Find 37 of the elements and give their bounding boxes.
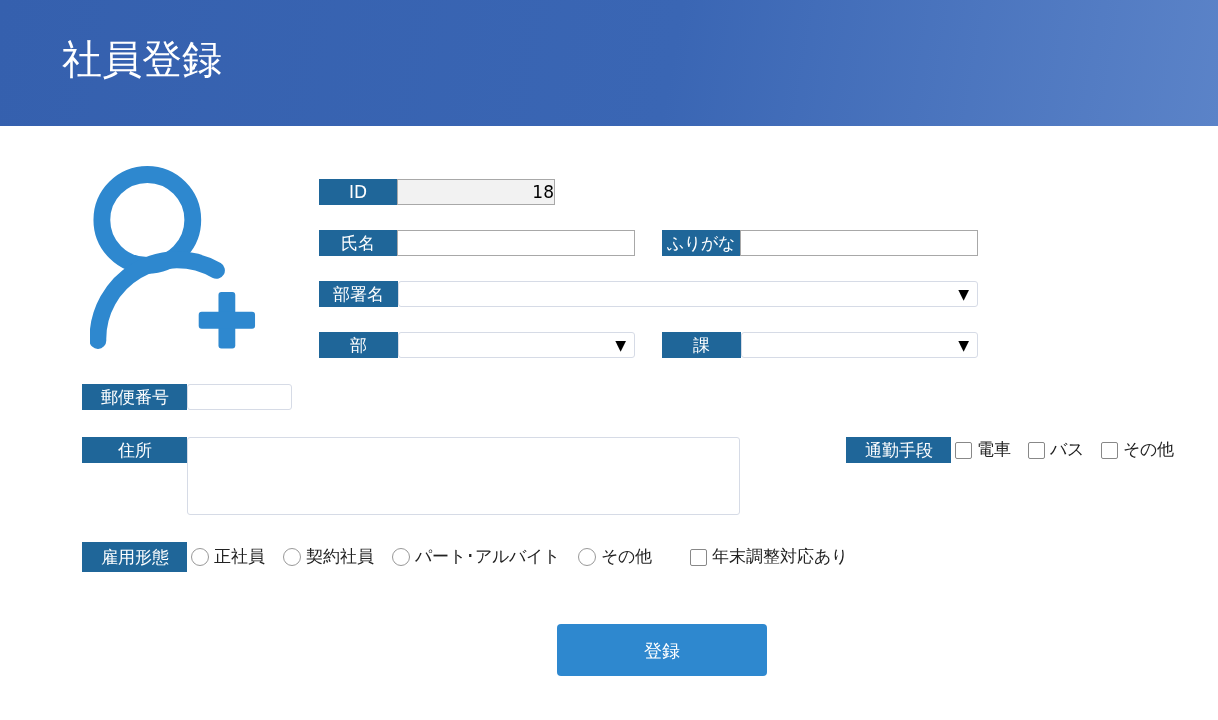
id-field[interactable]: 18 xyxy=(397,179,555,205)
dropdown[interactable]: ▼ xyxy=(398,281,978,307)
checkbox[interactable] xyxy=(1028,441,1045,459)
radio-label: パート･アルバイト xyxy=(415,545,560,569)
dropdown[interactable]: ▼ xyxy=(741,332,978,358)
field-label: 部 xyxy=(319,332,398,358)
text-field[interactable] xyxy=(397,230,635,256)
dropdown[interactable]: ▼ xyxy=(398,332,635,358)
radio-label: 契約社員 xyxy=(306,545,374,569)
radio-label: 正社員 xyxy=(214,545,265,569)
radio-button[interactable] xyxy=(191,548,209,566)
add-user-icon xyxy=(90,166,258,350)
checkbox[interactable] xyxy=(955,441,972,459)
radio-button[interactable] xyxy=(392,548,410,566)
text-field[interactable] xyxy=(740,230,978,256)
field-label: 住所 xyxy=(82,437,187,463)
checkbox-label: 年末調整対応あり xyxy=(712,545,848,569)
field-label: 郵便番号 xyxy=(82,384,187,410)
page-title: 社員登録 xyxy=(62,39,222,84)
field-label: 通勤手段 xyxy=(846,437,951,463)
radio-button[interactable] xyxy=(283,548,301,566)
address-field[interactable] xyxy=(187,437,740,515)
field-label: 部署名 xyxy=(319,281,398,307)
checkbox[interactable] xyxy=(1101,441,1118,459)
field-label: 氏名 xyxy=(319,230,397,256)
checkbox[interactable] xyxy=(690,548,707,566)
radio-label: その他 xyxy=(601,545,652,569)
field-label: ID xyxy=(319,179,397,205)
register-button[interactable]: 登録 xyxy=(557,624,767,676)
field-label: 課 xyxy=(662,332,741,358)
field-label: ふりがな xyxy=(662,230,740,256)
checkbox-label: その他 xyxy=(1123,438,1174,462)
postal-code-field[interactable] xyxy=(187,384,292,410)
field-label: 雇用形態 xyxy=(82,542,187,572)
checkbox-label: 電車 xyxy=(977,438,1011,462)
radio-button[interactable] xyxy=(578,548,596,566)
checkbox-label: バス xyxy=(1050,438,1084,462)
